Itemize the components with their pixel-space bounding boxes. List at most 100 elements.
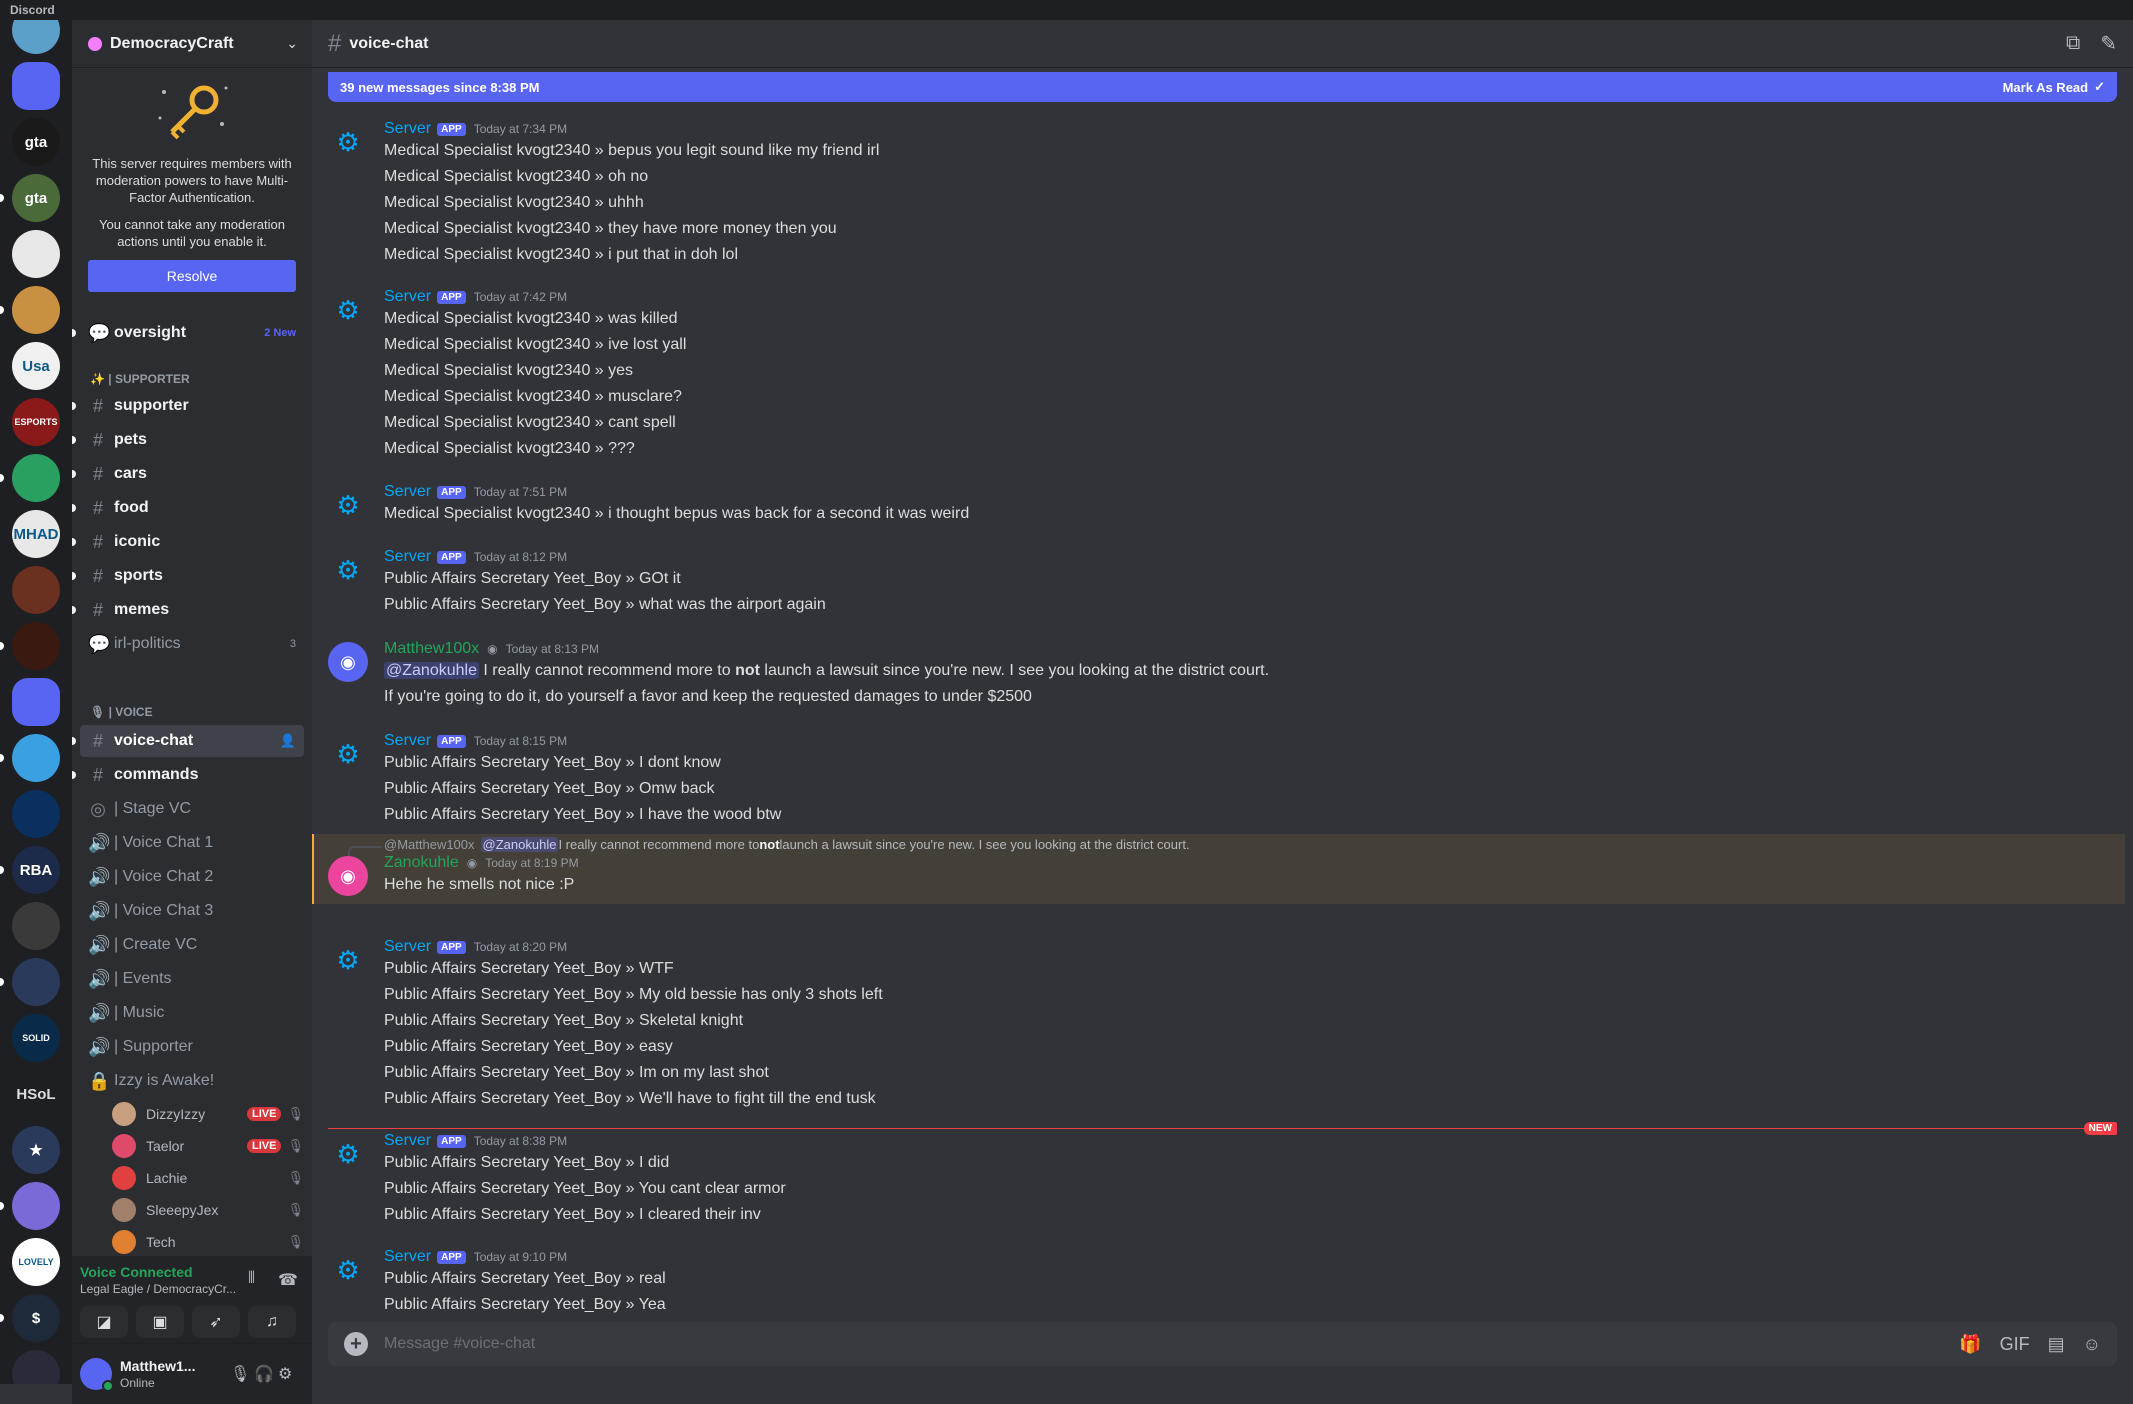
gta-rp-guild-icon[interactable]: gta <box>12 174 60 222</box>
gear-icon[interactable]: ⚙ <box>328 290 368 330</box>
voice-user[interactable]: Tech 🎙 <box>112 1228 304 1256</box>
chevron-down-icon[interactable]: ⌄ <box>286 35 298 52</box>
gift-icon[interactable]: 🎁 <box>1959 1334 1981 1355</box>
gear-icon[interactable]: ⚙ <box>328 734 368 774</box>
dollar-guild-icon[interactable]: $ <box>12 1294 60 1342</box>
gear-icon[interactable]: ⚙ <box>328 122 368 162</box>
star-guild-icon[interactable]: ★ <box>12 1126 60 1174</box>
soundboard-icon[interactable]: ♫ <box>248 1306 296 1338</box>
gear-icon[interactable]: ⚙ <box>328 485 368 525</box>
channel-memes[interactable]: # memes <box>72 594 304 626</box>
voice-user[interactable]: DizzyIzzy LIVE 🎙 <box>112 1100 304 1128</box>
channel-iconic[interactable]: # iconic <box>72 526 304 558</box>
hsol-guild-icon[interactable]: HSoL <box>12 1070 60 1118</box>
message-author[interactable]: Server <box>384 548 431 566</box>
notification-bell-off-icon[interactable]: ✎ <box>2100 31 2117 56</box>
screen-share-icon[interactable]: ▣ <box>136 1306 184 1338</box>
reply-author[interactable]: @Matthew100x <box>384 837 475 852</box>
add-attachment-icon[interactable]: + <box>344 1332 368 1356</box>
mark-as-read-button[interactable]: Mark As Read <box>2003 80 2089 95</box>
channel-irl-politics[interactable]: 💬 irl-politics 3 <box>80 628 304 660</box>
channel-voice-chat-2[interactable]: 🔊 | Voice Chat 2 <box>80 861 304 893</box>
lovely-guild-icon[interactable]: LOVELY <box>12 1238 60 1286</box>
mention[interactable]: @Zanokuhle <box>480 837 559 852</box>
microphone-icon[interactable]: 🎙 <box>230 1364 250 1384</box>
fire-guild-icon[interactable] <box>12 566 60 614</box>
mention[interactable]: @Zanokuhle <box>384 662 479 679</box>
message-author[interactable]: Server <box>384 732 431 750</box>
noise-suppression-icon[interactable]: ⦀ <box>248 1270 255 1288</box>
channel-cars[interactable]: # cars <box>72 458 304 490</box>
camera-off-icon[interactable]: ◪ <box>80 1306 128 1338</box>
activity-rocket-icon[interactable]: ➶ <box>192 1306 240 1338</box>
disconnect-icon[interactable]: ☎ <box>278 1270 298 1290</box>
flag-guild-icon[interactable] <box>12 20 60 54</box>
folder-icon[interactable] <box>12 62 60 110</box>
channel-events[interactable]: 🔊 | Events <box>80 963 304 995</box>
channel-supporter[interactable]: # supporter <box>72 390 304 422</box>
channel-oversight[interactable]: 💬 oversight 2 New <box>72 317 304 349</box>
esports-guild-icon[interactable]: ESPORTS <box>12 398 60 446</box>
channel-music[interactable]: 🔊 | Music <box>80 997 304 1029</box>
channel-voice-chat-1[interactable]: 🔊 | Voice Chat 1 <box>80 827 304 859</box>
state-seal-guild-icon[interactable] <box>12 286 60 334</box>
eagle-guild-icon[interactable] <box>12 1350 60 1384</box>
cube-guild-icon[interactable] <box>12 902 60 950</box>
threads-icon[interactable]: ⧉ <box>2066 32 2080 55</box>
channel-sports[interactable]: # sports <box>72 560 304 592</box>
message-author[interactable]: Server <box>384 120 431 138</box>
message-author[interactable]: Server <box>384 288 431 306</box>
new-messages-bar[interactable]: 39 new messages since 8:38 PM Mark As Re… <box>328 72 2117 102</box>
channel-pets[interactable]: # pets <box>72 424 304 456</box>
message-author[interactable]: Server <box>384 938 431 956</box>
dark-guild-icon[interactable] <box>12 622 60 670</box>
gear-icon[interactable]: ⚙ <box>328 1134 368 1174</box>
message-author[interactable]: Server <box>384 483 431 501</box>
channel-izzy-is-awake[interactable]: 🔒 Izzy is Awake! <box>80 1065 304 1097</box>
channel-voice-chat[interactable]: # voice-chat 👤 <box>72 725 304 757</box>
voice-connected-status[interactable]: Voice Connected <box>80 1264 193 1280</box>
gta-guild-icon[interactable]: gta <box>12 118 60 166</box>
seal-guild-icon[interactable] <box>12 230 60 278</box>
channel-commands[interactable]: # commands <box>72 759 304 791</box>
reply-preview[interactable]: @Matthew100x @Zanokuhle I really cannot r… <box>384 837 1190 852</box>
channel-supporter[interactable]: 🔊 | Supporter <box>80 1031 304 1063</box>
message-input[interactable] <box>384 1335 1942 1353</box>
sticker-icon[interactable]: ▤ <box>2048 1334 2065 1355</box>
usa-guild-icon[interactable]: Usa <box>12 342 60 390</box>
folder-icon[interactable] <box>12 678 60 726</box>
message-author[interactable]: Server <box>384 1132 431 1150</box>
server-header[interactable]: DemocracyCraft ⌄ <box>72 20 312 68</box>
voice-user[interactable]: Taelor LIVE 🎙 <box>112 1132 304 1160</box>
voice-channel-path[interactable]: Legal Eagle / DemocracyCr... <box>80 1282 240 1296</box>
channel-voice-chat-3[interactable]: 🔊 | Voice Chat 3 <box>80 895 304 927</box>
add-member-icon[interactable]: 👤 <box>280 733 296 749</box>
gear-icon[interactable]: ⚙ <box>328 550 368 590</box>
lime-guild-icon[interactable] <box>12 454 60 502</box>
message-author[interactable]: Server <box>384 1248 431 1266</box>
discord-avatar-icon[interactable]: ◉ <box>328 642 368 682</box>
gear-icon[interactable]: ⚙ <box>328 1250 368 1290</box>
discord-avatar-icon[interactable]: ◉ <box>328 856 368 896</box>
gear-icon[interactable]: ⚙ <box>328 940 368 980</box>
category-voice[interactable]: 🎙 | VOICE <box>72 705 312 719</box>
voice-user[interactable]: SleeepyJex 🎙 <box>112 1196 304 1224</box>
channel-food[interactable]: # food <box>72 492 304 524</box>
purple-guild-icon[interactable] <box>12 1182 60 1230</box>
gif-icon[interactable]: GIF <box>2000 1334 2030 1355</box>
headphones-icon[interactable]: 🎧 <box>254 1364 274 1384</box>
emoji-icon[interactable]: ☺ <box>2083 1334 2101 1355</box>
democracycraft-guild-icon[interactable] <box>12 734 60 782</box>
solid-guild-icon[interactable]: SOLID <box>12 1014 60 1062</box>
message-author[interactable]: Zanokuhle <box>384 854 459 872</box>
voice-user[interactable]: Lachie 🎙 <box>112 1164 304 1192</box>
rba-guild-icon[interactable]: RBA <box>12 846 60 894</box>
resolve-button[interactable]: Resolve <box>88 260 296 292</box>
message-author[interactable]: Matthew100x <box>384 640 479 658</box>
server-list[interactable]: gta gta Usa ESPORTS MHAD RBA SOLID HSoL ★ LOVELY $ <box>0 20 72 1384</box>
mhad-guild-icon[interactable]: MHAD <box>12 510 60 558</box>
arrow-guild-icon[interactable] <box>12 790 60 838</box>
justice-guild-icon[interactable] <box>12 958 60 1006</box>
gear-icon[interactable]: ⚙ <box>278 1364 292 1384</box>
username[interactable]: Matthew1... <box>120 1358 195 1374</box>
